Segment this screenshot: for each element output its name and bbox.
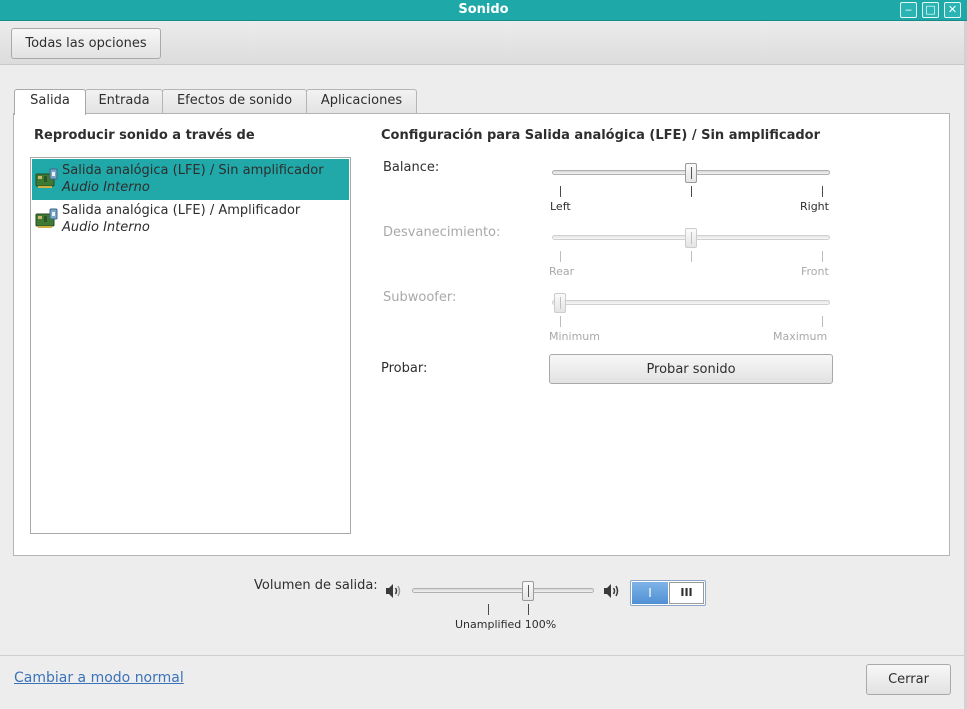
minimize-icon[interactable]: ‒ (900, 2, 917, 18)
window-titlebar[interactable]: Sonido ‒ □ ✕ (0, 0, 967, 21)
fade-rear-label: Rear (549, 265, 575, 278)
speaker-high-icon[interactable] (603, 583, 621, 603)
close-icon[interactable]: ✕ (944, 2, 961, 18)
volume-label: Volumen de salida: (254, 578, 378, 593)
toggle-on-part[interactable]: I (632, 582, 668, 604)
device-name: Salida analógica (LFE) / Sin amplificado… (62, 163, 324, 178)
fade-front-label: Front (801, 265, 829, 278)
balance-slider-handle[interactable] (685, 163, 697, 183)
tab-efectos-de-sonido[interactable]: Efectos de sonido (162, 89, 307, 114)
volume-slider-handle[interactable] (522, 581, 534, 601)
subwoofer-tick-max (822, 316, 823, 327)
devices-heading: Reproducir sonido a través de (34, 128, 255, 143)
settings-heading: Configuración para Salida analógica (LFE… (381, 128, 820, 143)
fade-tick-right (822, 251, 823, 262)
tab-aplicaciones[interactable]: Aplicaciones (306, 89, 417, 114)
volume-unamplified-label: Unamplified 100% (455, 618, 557, 631)
balance-label: Balance: (383, 160, 440, 175)
balance-left-label: Left (550, 200, 571, 213)
subwoofer-label: Subwoofer: (383, 290, 457, 305)
list-item-device-amplificador[interactable]: Salida analógica (LFE) / Amplificador Au… (32, 199, 349, 240)
all-settings-button[interactable]: Todas las opciones (11, 28, 161, 59)
window-title: Sonido (458, 2, 509, 17)
balance-tick-center (691, 186, 692, 197)
list-item-device-sin-amplificador[interactable]: Salida analógica (LFE) / Sin amplificado… (32, 159, 349, 200)
device-subtitle: Audio Interno (62, 180, 150, 195)
volume-tick-unamplified (528, 604, 529, 615)
device-list[interactable]: Salida analógica (LFE) / Sin amplificado… (30, 157, 351, 534)
subwoofer-max-label: Maximum (773, 330, 828, 343)
device-name: Salida analógica (LFE) / Amplificador (62, 203, 301, 218)
subwoofer-slider-handle (554, 293, 566, 313)
device-subtitle: Audio Interno (62, 220, 150, 235)
subwoofer-min-label: Minimum (549, 330, 600, 343)
balance-tick-left (560, 186, 561, 197)
tab-salida[interactable]: Salida (14, 89, 86, 115)
footer-divider (0, 655, 964, 656)
toggle-off-part[interactable]: III (669, 582, 704, 604)
fade-tick-center (691, 251, 692, 262)
audio-card-icon (35, 168, 59, 194)
subwoofer-slider-trough (552, 300, 830, 305)
test-sound-button[interactable]: Probar sonido (549, 354, 833, 384)
fade-tick-left (560, 251, 561, 262)
test-label: Probar: (381, 361, 428, 376)
speaker-low-icon[interactable] (385, 583, 403, 603)
maximize-icon[interactable]: □ (922, 2, 939, 18)
tab-entrada[interactable]: Entrada (85, 89, 163, 114)
volume-slider-trough[interactable] (412, 588, 594, 593)
subwoofer-tick-min (560, 316, 561, 327)
mute-toggle[interactable]: I III (630, 580, 706, 606)
normal-mode-link[interactable]: Cambiar a modo normal (14, 670, 184, 686)
fade-slider-handle (685, 228, 697, 248)
audio-card-icon (35, 208, 59, 234)
volume-tick-start (488, 604, 489, 615)
balance-tick-right (822, 186, 823, 197)
close-button[interactable]: Cerrar (866, 664, 951, 695)
fade-label: Desvanecimiento: (383, 225, 501, 240)
balance-right-label: Right (800, 200, 829, 213)
